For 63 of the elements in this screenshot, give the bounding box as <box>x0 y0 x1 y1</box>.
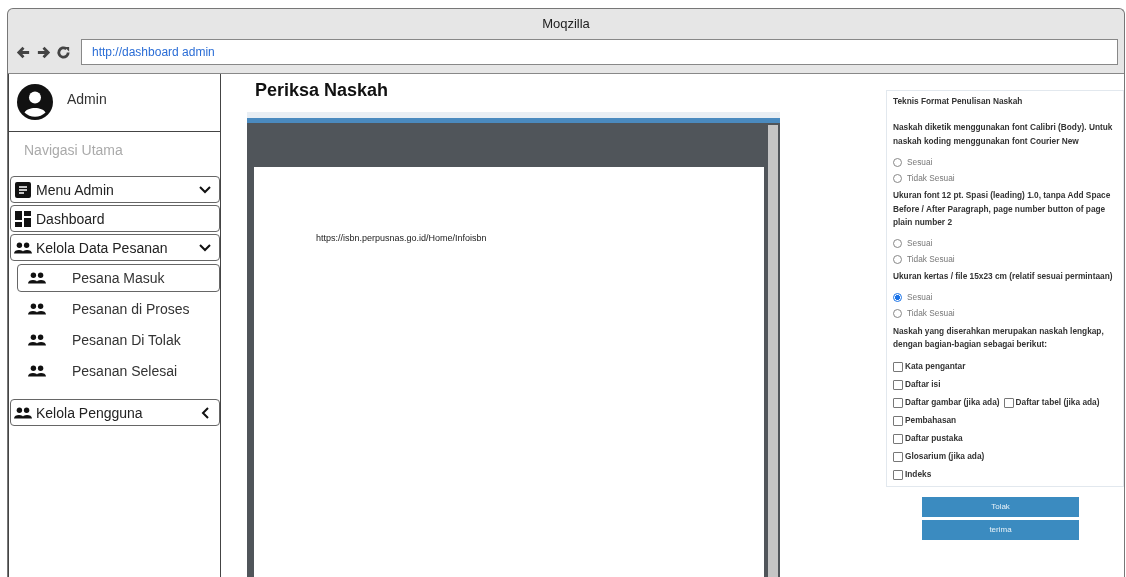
checkbox-label: Daftar isi <box>905 377 941 391</box>
section-label: Navigasi Utama <box>23 141 124 160</box>
submenu-item[interactable]: Pesanan di Proses <box>17 295 220 323</box>
checkbox-label: Indeks <box>905 467 932 481</box>
question-text: Ukuran font 12 pt. Spasi (leading) 1.0, tanpa Add Space Before / After Paragraph, page number button of page plain number 2 <box>893 189 1112 230</box>
sidebar-item[interactable]: Kelola Data Pesanan <box>10 234 220 261</box>
chevron-down-icon <box>199 185 211 194</box>
people-icon <box>28 332 46 348</box>
question-text: Ukuran kertas / file 15x23 cm (relatif sesuai permintaan) <box>893 270 1114 284</box>
scrollbar[interactable] <box>768 125 778 577</box>
checkbox[interactable] <box>893 397 903 408</box>
radio-button[interactable] <box>893 293 902 303</box>
submenu-item[interactable]: Pesana Masuk <box>17 264 220 292</box>
option-label: Sesuai <box>907 155 933 169</box>
form-title: Teknis Format Penulisan Naskah <box>893 95 1024 108</box>
radio-button[interactable] <box>893 173 902 183</box>
option-label: Sesuai <box>907 236 933 250</box>
window-title: Moqzilla <box>542 15 590 31</box>
page-title: Periksa Naskah <box>255 80 390 101</box>
checkbox-label: Daftar tabel (jika ada) <box>1015 395 1100 409</box>
submenu-item[interactable]: Pesanan Di Tolak <box>17 326 220 354</box>
people-icon <box>28 363 46 379</box>
radio-button[interactable] <box>893 309 902 319</box>
question-text: Naskah yang diserahkan merupakan naskah lengkap, dengan bagian-bagian sebagai berikut: <box>893 324 1105 352</box>
checkbox-label: Daftar pustaka <box>905 431 963 445</box>
action-button[interactable]: Tolak <box>922 496 1079 517</box>
document-text: https://isbn.perpusnas.go.id/Home/Infoisbn <box>316 233 487 243</box>
submenu-item[interactable]: Pesanan Selesai <box>17 357 220 385</box>
sidebar-item[interactable]: Menu Admin <box>10 176 220 203</box>
checkbox[interactable] <box>893 451 903 462</box>
list-icon <box>14 181 32 198</box>
checkbox-label: Daftar gambar (jika ada) <box>905 395 1000 409</box>
user-avatar-icon <box>17 84 53 120</box>
option-label: Tidak Sesuai <box>907 307 955 321</box>
radio-button[interactable] <box>893 157 902 167</box>
forward-icon[interactable] <box>36 44 51 60</box>
people-icon <box>28 270 46 286</box>
question-text: Naskah diketik menggunakan font Calibri (Body). Untuk naskah koding menggunakan font Courier New <box>893 121 1114 148</box>
checkbox[interactable] <box>1003 397 1014 408</box>
checkbox[interactable] <box>893 433 903 444</box>
reload-icon[interactable] <box>56 44 71 60</box>
chevron-down-icon <box>199 243 211 252</box>
address-field[interactable]: http://dashboard admin <box>81 39 1118 65</box>
sidebar-item[interactable]: Dashboard <box>10 205 220 232</box>
checkbox-label: Kata pengantar <box>905 359 966 373</box>
user-name: Admin <box>67 91 107 107</box>
checkbox-label: Glosarium (jika ada) <box>905 449 985 463</box>
checkbox[interactable] <box>893 415 903 426</box>
checkbox[interactable] <box>893 469 903 480</box>
option-label: Tidak Sesuai <box>907 252 955 266</box>
radio-button[interactable] <box>893 238 902 248</box>
grid-icon <box>14 210 32 227</box>
checkbox[interactable] <box>893 379 903 390</box>
option-label: Tidak Sesuai <box>907 171 955 185</box>
chevron-left-icon <box>201 406 209 419</box>
action-button[interactable]: terima <box>922 519 1079 540</box>
checkbox[interactable] <box>893 361 903 372</box>
people-icon <box>28 301 46 317</box>
checkbox-label: Pembahasan <box>905 413 957 427</box>
option-label: Sesuai <box>907 291 933 305</box>
back-icon[interactable] <box>16 44 31 60</box>
radio-button[interactable] <box>893 254 902 264</box>
sidebar-item[interactable]: Kelola Pengguna <box>10 399 220 426</box>
